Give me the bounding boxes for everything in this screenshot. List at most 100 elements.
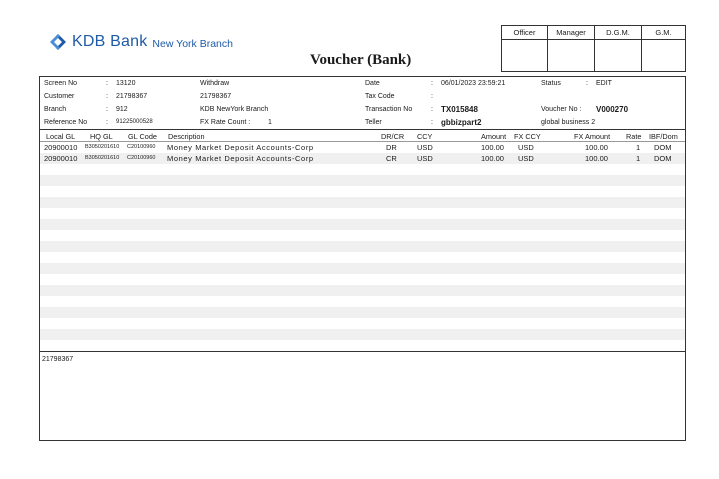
cell-ibf-dom: DOM — [654, 154, 672, 163]
colon: : — [106, 93, 108, 100]
cell-fx-amount: 100.00 — [585, 143, 608, 152]
cell-amount: 100.00 — [481, 143, 504, 152]
cell-local-gl: 20900010 — [44, 143, 78, 152]
notes-area: 21798367 — [40, 351, 685, 440]
bank-name: KDB Bank — [72, 33, 148, 50]
cell-ccy: USD — [417, 143, 433, 152]
row-stripe — [40, 241, 685, 252]
col-fx-ccy: FX CCY — [514, 132, 541, 141]
row-stripe — [40, 197, 685, 208]
colon: : — [106, 80, 108, 87]
row-stripe — [40, 208, 685, 219]
voucher-no-label: Voucher No : — [541, 106, 582, 113]
cell-drcr: CR — [386, 154, 397, 163]
voucher-body: Screen No : 13120 Withdraw Customer : 21… — [39, 76, 686, 441]
cell-local-gl: 20900010 — [44, 154, 78, 163]
row-stripe — [40, 318, 685, 329]
reference-label: Reference No — [44, 119, 88, 126]
branch-label: Branch — [44, 106, 67, 113]
row-stripe — [40, 340, 685, 351]
row-stripe — [40, 219, 685, 230]
cell-fx-ccy: USD — [518, 143, 534, 152]
cell-rate: 1 — [636, 143, 641, 152]
status-label: Status — [541, 80, 561, 87]
row-stripe — [40, 186, 685, 197]
colon: : — [431, 106, 433, 113]
branch-full-name: KDB NewYork Branch — [200, 106, 269, 113]
col-rate: Rate — [626, 132, 642, 141]
signature-gm — [642, 40, 685, 71]
table-row: 20900010 B3050201610 C20100960 Money Mar… — [40, 153, 685, 164]
page-title: Voucher (Bank) — [310, 52, 412, 68]
customer-no: 21798367 — [116, 93, 148, 100]
reference-no: 91225000528 — [116, 119, 153, 125]
colon: : — [106, 119, 108, 126]
cell-fx-amount: 100.00 — [585, 154, 608, 163]
row-stripe — [40, 164, 685, 175]
cell-ibf-dom: DOM — [654, 143, 672, 152]
approval-manager: Manager — [548, 26, 595, 40]
approval-grid: Officer Manager D.G.M. G.M. — [501, 25, 686, 72]
col-drcr: DR/CR — [381, 132, 405, 141]
row-stripe — [40, 263, 685, 274]
transaction-no-label: Transaction No — [365, 106, 413, 113]
date-value: 06/01/2023 23:59:21 — [441, 80, 506, 87]
approval-dgm: D.G.M. — [595, 26, 642, 40]
row-stripe — [40, 285, 685, 296]
cell-drcr: DR — [386, 143, 397, 152]
status-value: EDIT — [596, 80, 612, 87]
cell-hq-gl: B3050201610 — [85, 144, 120, 150]
signature-manager — [548, 40, 595, 71]
col-fx-amount: FX Amount — [574, 132, 611, 141]
colon: : — [586, 80, 588, 87]
col-ccy: CCY — [417, 132, 433, 141]
row-stripe — [40, 252, 685, 263]
table-header: Local GL HQ GL GL Code Description DR/CR… — [40, 130, 685, 142]
cell-ccy: USD — [417, 154, 433, 163]
cell-description: Money Market Deposit Accounts-Corp — [167, 154, 314, 163]
teller-description: global business 2 — [541, 119, 596, 126]
kdb-logo-icon — [50, 34, 66, 50]
row-stripe — [40, 329, 685, 340]
colon: : — [431, 80, 433, 87]
row-stripe — [40, 230, 685, 241]
approval-gm: G.M. — [642, 26, 685, 40]
transaction-no: TX015848 — [441, 105, 478, 114]
row-stripe — [40, 296, 685, 307]
cell-amount: 100.00 — [481, 154, 504, 163]
cell-rate: 1 — [636, 154, 641, 163]
fx-rate-count-label: FX Rate Count : — [200, 119, 251, 126]
col-gl-code: GL Code — [128, 132, 157, 141]
row-stripe — [40, 307, 685, 318]
branch-name: New York Branch — [152, 38, 233, 50]
fx-rate-count: 1 — [268, 119, 272, 126]
cell-gl-code: C20100960 — [127, 144, 156, 150]
cell-hq-gl: B3050201610 — [85, 155, 120, 161]
col-hq-gl: HQ GL — [90, 132, 113, 141]
cell-fx-ccy: USD — [518, 154, 534, 163]
row-stripe — [40, 274, 685, 285]
colon: : — [431, 93, 433, 100]
colon: : — [106, 106, 108, 113]
col-amount: Amount — [481, 132, 507, 141]
tax-code-label: Tax Code — [365, 93, 395, 100]
col-ibf-dom: IBF/Dom — [649, 132, 678, 141]
signature-officer — [502, 40, 548, 71]
customer-label: Customer — [44, 93, 75, 100]
voucher-no: V000270 — [596, 105, 629, 114]
date-label: Date — [365, 80, 380, 87]
cell-description: Money Market Deposit Accounts-Corp — [167, 143, 314, 152]
col-local-gl: Local GL — [46, 132, 76, 141]
colon: : — [431, 119, 433, 126]
teller-label: Teller — [365, 119, 382, 126]
signature-dgm — [595, 40, 642, 71]
row-stripe — [40, 175, 685, 186]
voucher-lines: 20900010 B3050201610 C20100960 Money Mar… — [40, 142, 685, 351]
voucher-info: Screen No : 13120 Withdraw Customer : 21… — [40, 77, 685, 130]
cell-gl-code: C20100960 — [127, 155, 156, 161]
screen-no-label: Screen No — [44, 80, 78, 87]
approval-officer: Officer — [502, 26, 548, 40]
kdb-bank-logo: KDB Bank New York Branch — [48, 33, 233, 51]
withdraw-label: Withdraw — [200, 80, 230, 87]
table-row: 20900010 B3050201610 C20100960 Money Mar… — [40, 142, 685, 153]
